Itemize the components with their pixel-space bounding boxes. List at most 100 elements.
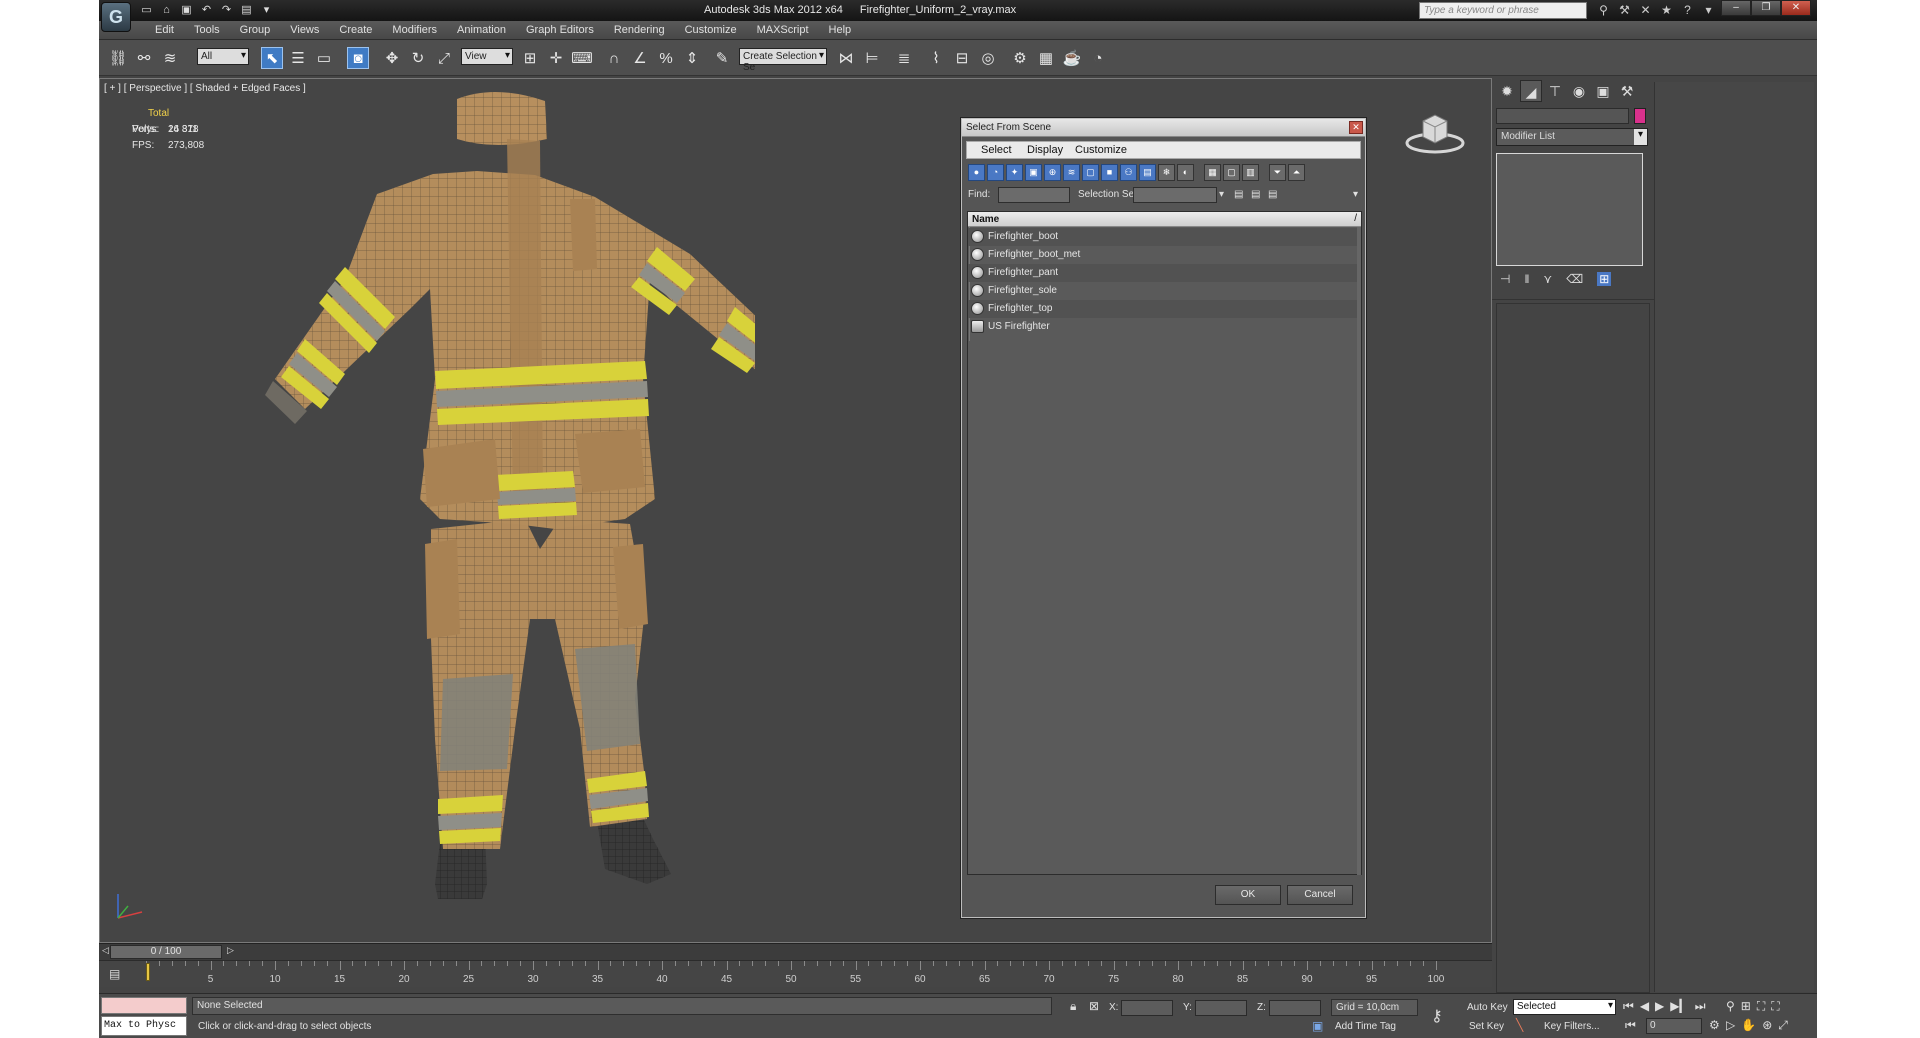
percent-snap-icon[interactable]: %	[655, 47, 677, 69]
containers-filter-icon[interactable]: ▤	[1139, 164, 1156, 181]
list-scrollbar[interactable]	[1357, 227, 1361, 875]
menu-edit[interactable]: Edit	[145, 24, 184, 36]
x-coordinate-input[interactable]	[1121, 1000, 1173, 1016]
set-key-button[interactable]: Set Key	[1469, 1021, 1504, 1032]
name-column-header[interactable]: Name /	[968, 212, 1361, 227]
orbit-icon[interactable]: ⊛	[1762, 1018, 1772, 1033]
render-setup-icon[interactable]: ⚙	[1009, 47, 1031, 69]
new-file-icon[interactable]: ▭	[139, 3, 154, 17]
list-item[interactable]: Firefighter_boot	[968, 228, 1361, 246]
select-object-icon[interactable]: ⬉	[261, 47, 283, 69]
menu-rendering[interactable]: Rendering	[604, 24, 675, 36]
rectangle-selection-icon[interactable]: ▭	[313, 47, 335, 69]
maximize-viewport-icon[interactable]: ⤢	[1778, 1018, 1788, 1033]
list-item[interactable]: Firefighter_top	[968, 300, 1361, 318]
menu-help[interactable]: Help	[819, 24, 862, 36]
selection-filter-dropdown[interactable]: All	[197, 48, 249, 65]
menu-modifiers[interactable]: Modifiers	[382, 24, 447, 36]
configure-modifier-sets-icon[interactable]: ⊞	[1597, 272, 1612, 286]
time-slider[interactable]: ◁ 0 / 100 ▷	[99, 943, 1492, 960]
menu-graph-editors[interactable]: Graph Editors	[516, 24, 604, 36]
modifier-stack[interactable]	[1496, 153, 1643, 266]
curve-editor-mini-icon[interactable]: ▤	[109, 967, 120, 981]
window-crossing-icon[interactable]: ◙	[347, 47, 369, 69]
list-item[interactable]: Firefighter_boot_met	[968, 246, 1361, 264]
subscription-icon[interactable]: ⚒	[1616, 2, 1633, 18]
delete-selection-set-icon[interactable]: ▤	[1268, 189, 1277, 200]
menu-customize[interactable]: Customize	[675, 24, 747, 36]
find-input[interactable]	[998, 187, 1070, 203]
absolute-mode-icon[interactable]: ⊠	[1089, 999, 1099, 1013]
redo-icon[interactable]: ↷	[219, 3, 234, 17]
list-item[interactable]: US Firefighter	[968, 318, 1361, 336]
schematic-view-icon[interactable]: ⊟	[951, 47, 973, 69]
frozen-filter-icon[interactable]: ❄	[1158, 164, 1175, 181]
minimize-button[interactable]: –	[1721, 0, 1751, 16]
filter-options-icon[interactable]: ⏶	[1288, 164, 1305, 181]
time-tag-icon[interactable]: ▣	[1312, 1019, 1323, 1033]
render-iterative-icon[interactable]: ◔	[1087, 47, 1109, 69]
cancel-button[interactable]: Cancel	[1287, 885, 1353, 905]
show-end-result-icon[interactable]: ‖	[1524, 272, 1529, 286]
object-color-swatch[interactable]	[1634, 108, 1646, 124]
create-tab-icon[interactable]: ✹	[1496, 80, 1518, 102]
geometry-filter-icon[interactable]: ●	[968, 164, 985, 181]
mirror-icon[interactable]: ⋈	[835, 47, 857, 69]
hidden-filter-icon[interactable]: ◐	[1177, 164, 1194, 181]
create-selection-set-icon[interactable]: ▤	[1234, 189, 1243, 200]
align-icon[interactable]: ⊨	[861, 47, 883, 69]
search-input[interactable]: Type a keyword or phrase	[1419, 2, 1587, 19]
key-filters-button[interactable]: Key Filters...	[1544, 1021, 1600, 1032]
modifier-list-dropdown[interactable]: Modifier List	[1496, 128, 1648, 146]
select-manipulate-icon[interactable]: ✛	[545, 47, 567, 69]
viewcube-icon[interactable]	[1405, 107, 1465, 155]
undo-icon[interactable]: ↶	[199, 3, 214, 17]
list-item[interactable]: Firefighter_sole	[968, 282, 1361, 300]
current-frame-input[interactable]: 0	[1646, 1018, 1702, 1034]
menu-maxscript[interactable]: MAXScript	[747, 24, 819, 36]
dialog-menu-select[interactable]: Select	[981, 144, 1012, 156]
add-time-tag[interactable]: Add Time Tag	[1335, 1021, 1396, 1032]
chevron-down-icon[interactable]: ▾	[259, 3, 274, 17]
curve-editor-icon[interactable]: ⌇	[925, 47, 947, 69]
pivot-center-icon[interactable]: ⊞	[519, 47, 541, 69]
selection-set-input[interactable]	[1133, 187, 1217, 203]
zoom-icon[interactable]: ⚲	[1726, 999, 1735, 1014]
motion-tab-icon[interactable]: ◉	[1568, 80, 1590, 102]
angle-snap-icon[interactable]: ∠	[629, 47, 651, 69]
field-of-view-icon[interactable]: ▷	[1726, 1018, 1735, 1033]
material-editor-icon[interactable]: ◎	[977, 47, 999, 69]
communication-icon[interactable]: ✕	[1637, 2, 1654, 18]
set-keys-icon[interactable]: ╲	[1516, 1018, 1523, 1032]
play-icon[interactable]: ▶	[1655, 999, 1664, 1014]
go-to-start-icon[interactable]: ⏮	[1623, 999, 1634, 1014]
key-mode-toggle-icon[interactable]: ⏮	[1625, 1018, 1636, 1033]
save-icon[interactable]: ▣	[179, 3, 194, 17]
dialog-menu-display[interactable]: Display	[1027, 144, 1063, 156]
project-folder-icon[interactable]: ▤	[239, 3, 254, 17]
dialog-title[interactable]: Select From Scene ✕	[962, 119, 1365, 137]
keyboard-shortcut-icon[interactable]: ⌨	[571, 47, 593, 69]
y-coordinate-input[interactable]	[1195, 1000, 1247, 1016]
pan-icon[interactable]: ✋	[1741, 1018, 1756, 1033]
groups-filter-icon[interactable]: ▢	[1082, 164, 1099, 181]
restore-button[interactable]: ❐	[1751, 0, 1781, 16]
menu-animation[interactable]: Animation	[447, 24, 516, 36]
spinner-snap-icon[interactable]: ⇕	[681, 47, 703, 69]
rendered-frame-window-icon[interactable]: ▦	[1035, 47, 1057, 69]
unlink-icon[interactable]: ⚯	[133, 47, 155, 69]
dialog-close-button[interactable]: ✕	[1349, 121, 1363, 134]
help-icon[interactable]: ?	[1679, 2, 1696, 18]
track-bar[interactable]: ▤ 5 10 15 20 25 30 35 40 45 50 55 60 65 70 75 80 85 90 95 1…	[99, 960, 1492, 987]
open-file-icon[interactable]: ⌂	[159, 3, 174, 17]
next-frame-icon[interactable]: ▷	[227, 945, 234, 956]
menu-tools[interactable]: Tools	[184, 24, 230, 36]
bones-filter-icon[interactable]: ⚇	[1120, 164, 1137, 181]
edit-selection-set-icon[interactable]: ▤	[1251, 189, 1260, 200]
maxscript-listener-input[interactable]	[101, 997, 187, 1014]
rotate-icon[interactable]: ↻	[407, 47, 429, 69]
viewcube[interactable]	[1405, 107, 1465, 155]
select-invert-icon[interactable]: ▥	[1242, 164, 1259, 181]
binoculars-icon[interactable]: ⚲	[1595, 2, 1612, 18]
select-all-icon[interactable]: ▦	[1204, 164, 1221, 181]
